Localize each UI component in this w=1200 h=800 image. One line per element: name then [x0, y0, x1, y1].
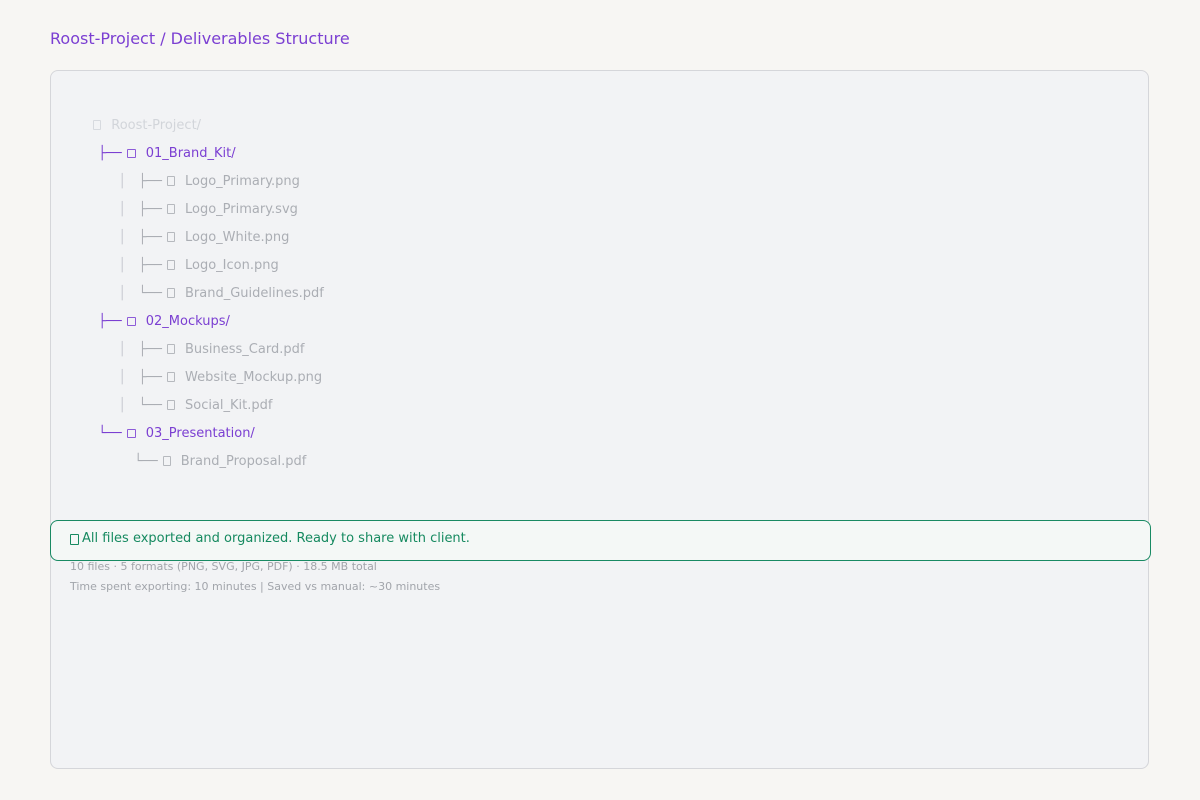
file-row[interactable]: │ ├── Logo_Primary.svg	[110, 183, 298, 217]
export-time: Time spent exporting: 10 minutes | Saved…	[70, 580, 441, 593]
tree-connector: └──	[134, 454, 158, 469]
file-row[interactable]: │ ├── Logo_Primary.png	[110, 155, 300, 189]
file-row[interactable]: │ ├── Website_Mockup.png	[110, 351, 322, 385]
folder-row-presentation[interactable]: └── 03_Presentation/	[90, 407, 255, 441]
status-message: All files exported and organized. Ready …	[82, 531, 470, 546]
folder-row-brand-kit[interactable]: ├── 01_Brand_Kit/	[90, 127, 235, 161]
file-row[interactable]: │ └── Brand_Guidelines.pdf	[110, 267, 324, 301]
status-banner: All files exported and organized. Ready …	[50, 520, 1151, 561]
file-row[interactable]: │ ├── Logo_Icon.png	[110, 239, 278, 273]
file-row[interactable]: │ ├── Logo_White.png	[110, 211, 289, 245]
tree-connector: └──	[98, 426, 122, 441]
file-summary: 10 files · 5 formats (PNG, SVG, JPG, PDF…	[70, 560, 377, 573]
breadcrumb: Roost-Project / Deliverables Structure	[50, 29, 350, 48]
check-icon	[70, 534, 79, 545]
file-label: Brand_Proposal.pdf	[180, 454, 307, 469]
file-icon	[162, 456, 171, 466]
file-row[interactable]: └── Brand_Proposal.pdf	[126, 435, 306, 469]
file-row[interactable]: │ └── Social_Kit.pdf	[110, 379, 272, 413]
file-row[interactable]: │ ├── Business_Card.pdf	[110, 323, 304, 357]
folder-row-mockups[interactable]: ├── 02_Mockups/	[90, 295, 230, 329]
tree-root[interactable]: Roost-Project/	[80, 99, 201, 133]
